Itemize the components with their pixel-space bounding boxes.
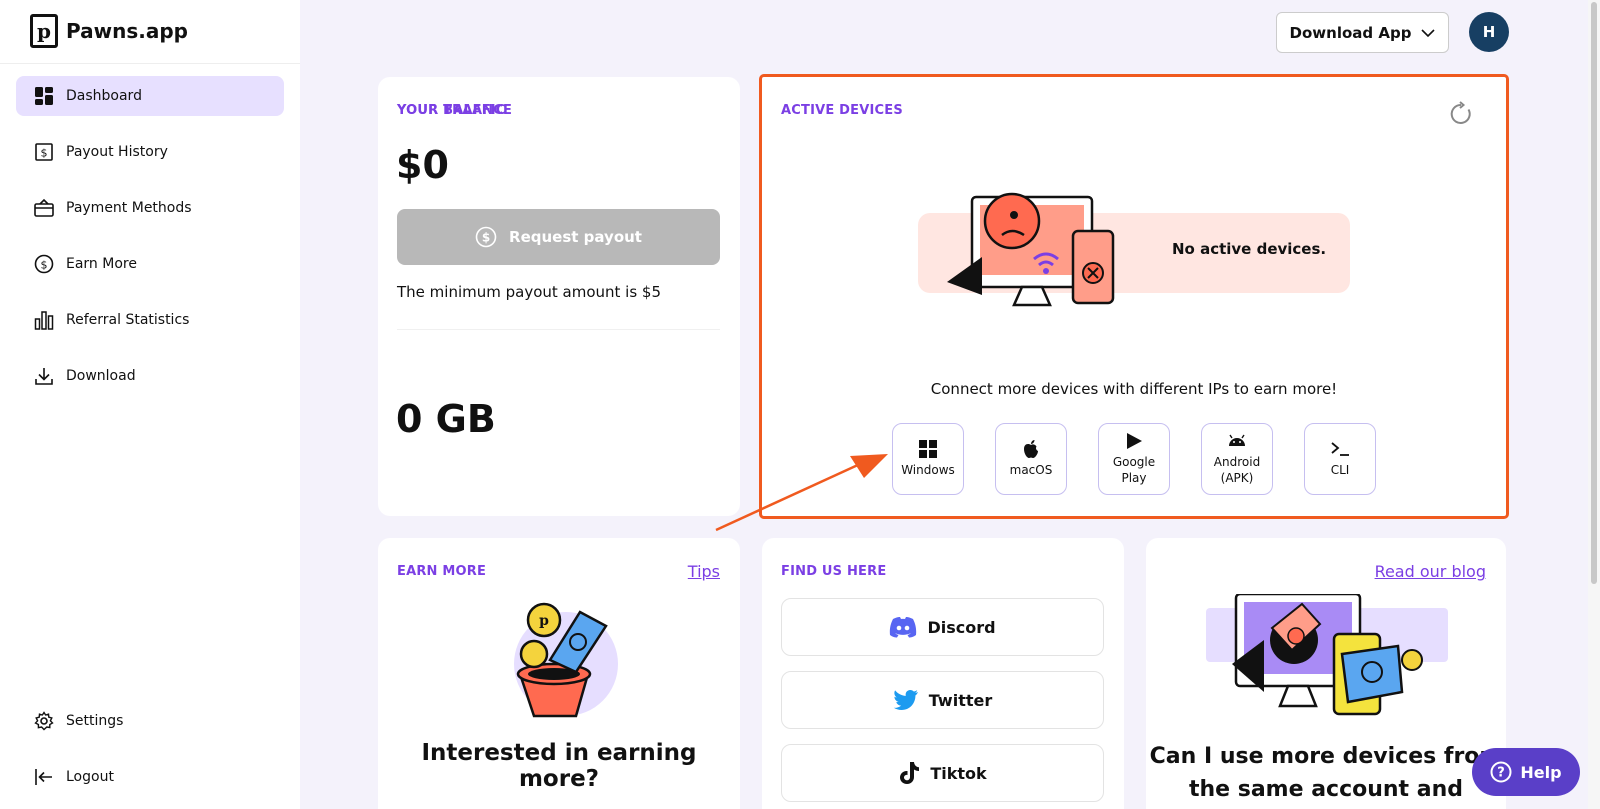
svg-text:$: $ xyxy=(41,147,48,160)
platform-android-apk-button[interactable]: Android (APK) xyxy=(1201,423,1273,495)
connect-message: Connect more devices with different IPs … xyxy=(930,380,1338,398)
tiktok-icon xyxy=(900,762,920,784)
sidebar-item-referral-statistics[interactable]: Referral Statistics xyxy=(16,300,284,340)
sidebar-nav: Dashboard $ Payout History Payment Metho… xyxy=(16,76,284,412)
tiktok-label: Tiktok xyxy=(930,763,987,783)
app-title: Pawns.app xyxy=(66,19,188,43)
platform-label: Windows xyxy=(901,463,955,478)
active-devices-label: ACTIVE DEVICES xyxy=(781,103,903,118)
platform-buttons: Windows macOS Google Play Android (APK) … xyxy=(892,423,1376,495)
refresh-icon[interactable] xyxy=(1448,101,1474,127)
pawns-logo-icon: p xyxy=(30,14,58,48)
no-devices-text: No active devices. xyxy=(1172,240,1327,258)
app-logo[interactable]: p Pawns.app xyxy=(30,14,188,48)
svg-text:p: p xyxy=(539,613,549,629)
blog-card: Read our blog Can I use more devices fro… xyxy=(1146,538,1506,809)
twitter-button[interactable]: Twitter xyxy=(781,671,1104,729)
scrollbar-thumb[interactable] xyxy=(1591,2,1597,584)
platform-label: Android (APK) xyxy=(1213,455,1261,485)
sidebar-item-dashboard[interactable]: Dashboard xyxy=(16,76,284,116)
sidebar-item-label: Payment Methods xyxy=(66,200,192,216)
platform-label: CLI xyxy=(1330,463,1350,478)
android-icon xyxy=(1228,431,1246,451)
discord-button[interactable]: Discord xyxy=(781,598,1104,656)
sidebar-item-payout-history[interactable]: $ Payout History xyxy=(16,132,284,172)
windows-icon xyxy=(919,439,937,459)
dollar-circle-icon: $ xyxy=(34,254,54,274)
active-devices-card: ACTIVE DEVICES No active devices. Connec… xyxy=(759,74,1509,519)
sidebar-item-label: Settings xyxy=(66,713,124,729)
sidebar-item-payment-methods[interactable]: Payment Methods xyxy=(16,188,284,228)
svg-text:$: $ xyxy=(41,259,48,272)
request-payout-button[interactable]: $ Request payout xyxy=(397,209,720,265)
sidebar-item-logout[interactable]: Logout xyxy=(16,757,284,797)
help-label: Help xyxy=(1520,762,1562,782)
platform-label: Google Play xyxy=(1112,455,1156,485)
balance-card: YOUR BALANCE $0 $ Request payout The min… xyxy=(378,77,740,516)
apple-icon xyxy=(1022,439,1040,459)
help-button[interactable]: ? Help xyxy=(1472,748,1580,796)
play-icon xyxy=(1125,431,1143,451)
find-us-label: FIND US HERE xyxy=(781,564,887,579)
balance-amount: $0 xyxy=(396,143,449,187)
terminal-icon xyxy=(1330,439,1350,459)
discord-icon xyxy=(890,617,917,638)
earn-more-label: EARN MORE xyxy=(397,564,487,579)
gear-icon xyxy=(34,711,54,731)
dollar-circle-icon: $ xyxy=(475,226,497,248)
avatar[interactable]: H xyxy=(1469,12,1509,52)
no-devices-illustration xyxy=(947,192,1115,307)
sidebar-item-label: Referral Statistics xyxy=(66,312,190,328)
platform-cli-button[interactable]: CLI xyxy=(1304,423,1376,495)
request-payout-label: Request payout xyxy=(509,228,642,246)
tips-link[interactable]: Tips xyxy=(688,562,720,581)
traffic-amount: 0 GB xyxy=(396,397,496,441)
discord-label: Discord xyxy=(927,617,996,637)
platform-google-play-button[interactable]: Google Play xyxy=(1098,423,1170,495)
bar-chart-icon xyxy=(34,310,54,330)
dollar-receipt-icon: $ xyxy=(34,142,54,162)
sidebar-item-label: Payout History xyxy=(66,144,168,160)
tiktok-button[interactable]: Tiktok xyxy=(781,744,1104,802)
sidebar: p Pawns.app Dashboard $ Payout History P… xyxy=(0,0,300,809)
sidebar-item-earn-more[interactable]: $ Earn More xyxy=(16,244,284,284)
divider xyxy=(397,329,720,330)
divider xyxy=(0,63,300,64)
question-circle-icon: ? xyxy=(1490,761,1512,783)
sidebar-item-label: Earn More xyxy=(66,256,137,272)
read-blog-link[interactable]: Read our blog xyxy=(1375,562,1486,581)
platform-windows-button[interactable]: Windows xyxy=(892,423,964,495)
blog-title: Can I use more devices from the same acc… xyxy=(1149,744,1503,802)
sidebar-item-label: Dashboard xyxy=(66,88,142,104)
card-icon xyxy=(34,198,54,218)
sidebar-bottom-nav: Settings Logout xyxy=(16,701,284,809)
devices-money-illustration xyxy=(1206,594,1448,716)
sidebar-item-download[interactable]: Download xyxy=(16,356,284,396)
download-icon xyxy=(34,366,54,386)
minimum-payout-note: The minimum payout amount is $5 xyxy=(397,283,662,301)
twitter-label: Twitter xyxy=(928,690,993,710)
chevron-down-icon xyxy=(1421,28,1436,37)
dashboard-icon xyxy=(34,86,54,106)
sidebar-item-settings[interactable]: Settings xyxy=(16,701,284,741)
magic-hat-illustration: p xyxy=(514,602,618,718)
earn-more-card: EARN MORE Tips p Interested in earning m… xyxy=(378,538,740,809)
sidebar-item-label: Download xyxy=(66,368,136,384)
find-us-card: FIND US HERE Discord Twitter Tiktok xyxy=(762,538,1124,809)
logout-icon xyxy=(34,767,54,787)
download-app-label: Download App xyxy=(1289,23,1412,42)
platform-macos-button[interactable]: macOS xyxy=(995,423,1067,495)
earn-more-title: Interested in earning more? xyxy=(421,740,697,792)
sidebar-item-label: Logout xyxy=(66,769,114,785)
platform-label: macOS xyxy=(1009,463,1053,478)
download-app-dropdown[interactable]: Download App xyxy=(1276,12,1449,53)
scrollbar[interactable] xyxy=(1588,0,1600,809)
twitter-icon xyxy=(893,689,918,710)
svg-text:$: $ xyxy=(482,231,490,245)
svg-text:?: ? xyxy=(1498,766,1506,781)
traffic-label: YOUR TRAFFIC xyxy=(397,103,506,118)
